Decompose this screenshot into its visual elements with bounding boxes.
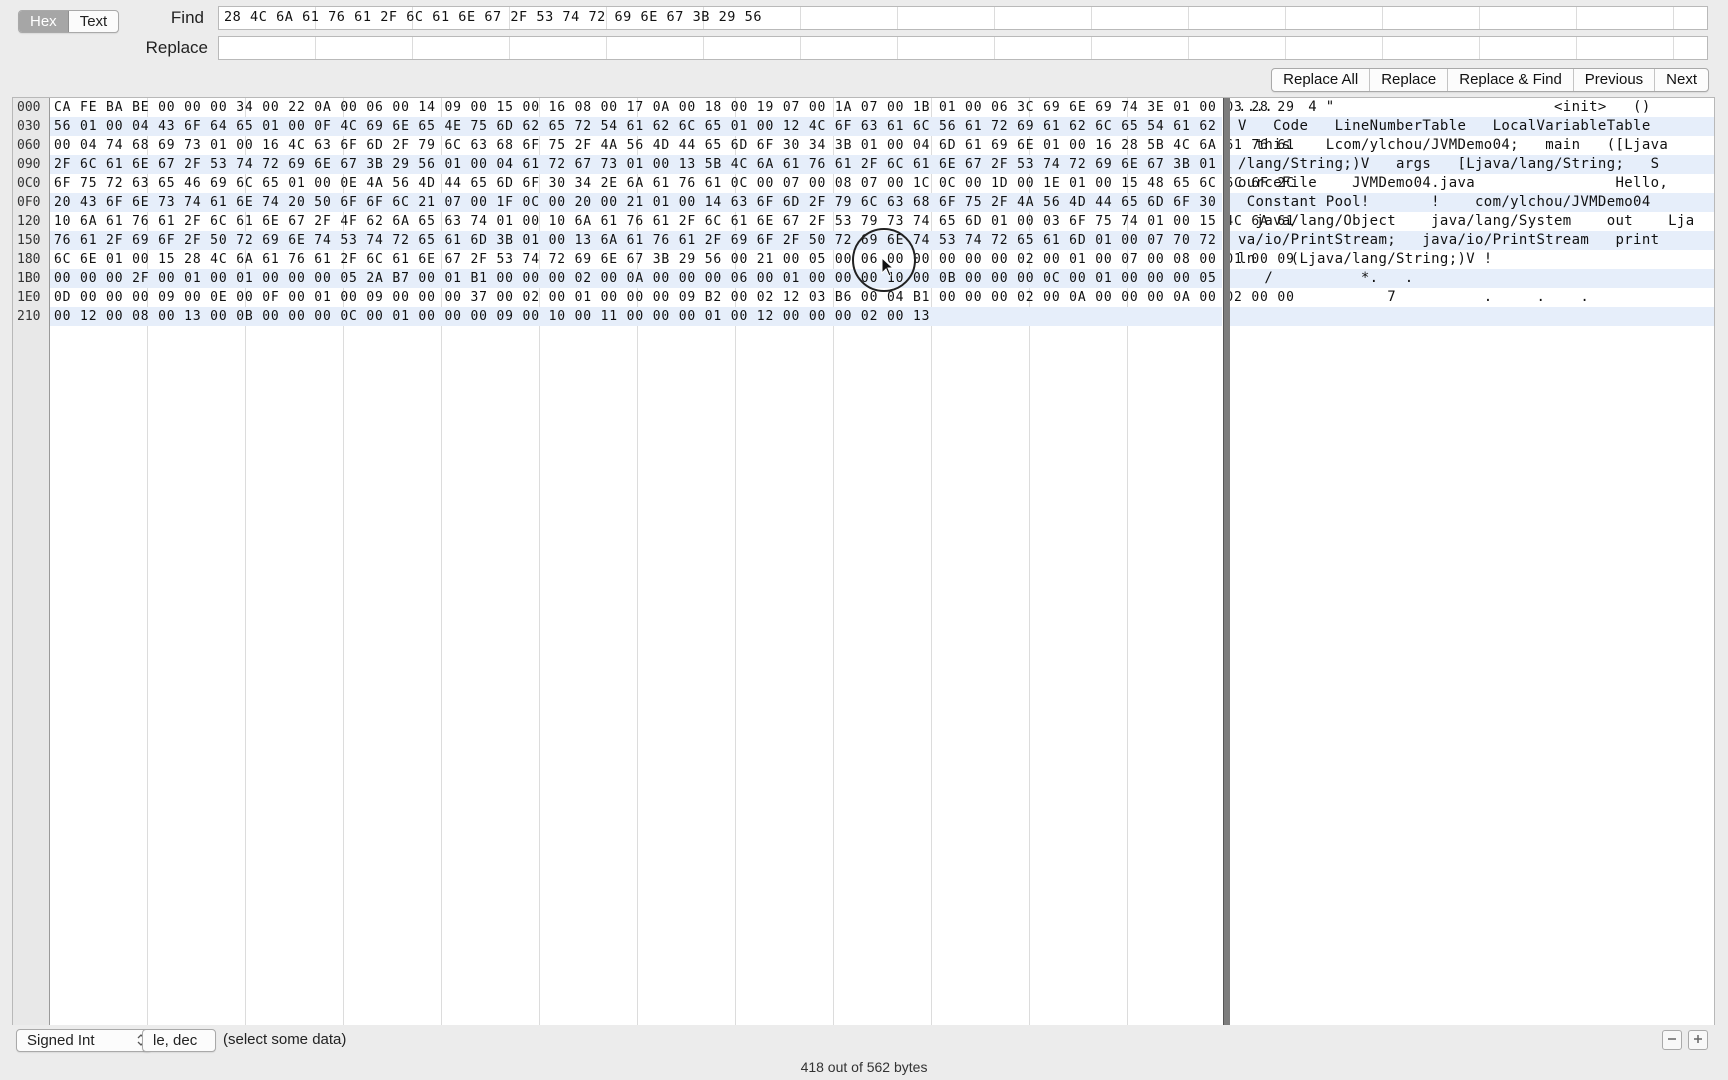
line-number: 1B0 [17,271,41,286]
text-row[interactable]: va/io/PrintStream; java/io/PrintStream p… [1230,231,1714,250]
text-row[interactable]: Constant Pool! ! com/ylchou/JVMDemo04 [1230,193,1714,212]
hex-row[interactable]: 10 6A 61 76 61 2F 6C 61 6E 67 2F 4F 62 6… [50,212,1294,231]
text-pane[interactable]: .... 4 " <init> () V Code LineNumberTabl… [1230,98,1714,1025]
minus-glyph [1668,1038,1676,1040]
find-field[interactable]: 28 4C 6A 61 76 61 2F 6C 61 6E 67 2F 53 7… [218,6,1708,30]
line-number-gutter: 000 030 060 090 0C0 0F0 120 150 180 1B0 … [13,98,50,1025]
data-type-value: Signed Int [27,1032,95,1049]
data-type-select[interactable]: Signed Int [16,1029,152,1052]
line-number: 0F0 [17,195,41,210]
endian-format-value: le, dec [153,1032,198,1049]
hex-row[interactable]: 76 61 2F 69 6F 2F 50 72 69 6E 74 53 74 7… [50,231,1294,250]
endian-format-select[interactable]: le, dec [142,1029,216,1052]
line-number: 0C0 [17,176,41,191]
line-number: 030 [17,119,41,134]
text-row[interactable]: ourceFile JVMDemo04.java Hello, [1230,174,1714,193]
line-number: 210 [17,309,41,324]
previous-button[interactable]: Previous [1572,69,1654,91]
text-row[interactable]: / *. . [1230,269,1714,288]
replace-buttons: Replace All Replace Replace & Find Previ… [1271,68,1709,92]
hex-row[interactable]: CA FE BA BE 00 00 00 34 00 22 0A 00 06 0… [50,98,1294,117]
line-number: 120 [17,214,41,229]
hex-row[interactable]: 56 01 00 04 43 6F 64 65 01 00 0F 4C 69 6… [50,117,1294,136]
pane-splitter[interactable] [1223,98,1230,1025]
status-bar: Signed Int le, dec (select some data) 41… [0,1025,1728,1080]
line-number: 180 [17,252,41,267]
text-row[interactable]: 7 . . . [1230,288,1714,307]
hex-row[interactable]: 6F 75 72 63 65 46 69 6C 65 01 00 0E 4A 5… [50,174,1294,193]
hex-row[interactable]: 0D 00 00 00 09 00 0E 00 0F 00 01 00 09 0… [50,288,1294,307]
hex-row[interactable]: 00 00 00 2F 00 01 00 01 00 00 00 05 2A B… [50,269,1294,288]
line-number: 150 [17,233,41,248]
plus-icon[interactable] [1688,1030,1708,1050]
find-replace-bar: Hex Text Find 28 4C 6A 61 76 61 2F 6C 61… [0,0,1728,66]
find-label: Find [170,8,204,27]
hex-mode-button[interactable]: Hex [19,11,69,32]
text-row[interactable]: /lang/String;)V args [Ljava/lang/String;… [1230,155,1714,174]
mode-toggle[interactable]: Hex Text [18,10,120,33]
line-number: 000 [17,100,41,115]
text-row[interactable] [1230,307,1714,326]
text-row[interactable]: V Code LineNumberTable LocalVariableTabl… [1230,117,1714,136]
text-row[interactable]: this Lcom/ylchou/JVMDemo04; main ([Ljava [1230,136,1714,155]
text-row[interactable]: java/lang/Object java/lang/System out Lj… [1230,212,1714,231]
text-row[interactable]: ln (Ljava/lang/String;)V ! [1230,250,1714,269]
plus-glyph [1694,1035,1702,1043]
hex-row[interactable]: 00 04 74 68 69 73 01 00 16 4C 63 6F 6D 2… [50,136,1294,155]
text-row[interactable]: .... 4 " <init> () [1230,98,1714,117]
hex-row[interactable]: 20 43 6F 6E 73 74 61 6E 74 20 50 6F 6F 6… [50,193,1294,212]
hex-row[interactable]: 6C 6E 01 00 15 28 4C 6A 61 76 61 2F 6C 6… [50,250,1294,269]
replace-button[interactable]: Replace [1369,69,1447,91]
line-number: 090 [17,157,41,172]
line-number: 060 [17,138,41,153]
hex-row[interactable]: 00 12 00 08 00 13 00 0B 00 00 00 0C 00 0… [50,307,1222,326]
hex-row[interactable]: 2F 6C 61 6E 67 2F 53 74 72 69 6E 67 3B 2… [50,155,1294,174]
text-mode-button[interactable]: Text [69,11,119,32]
byte-count: 418 out of 562 bytes [800,1059,928,1075]
mouse-pointer-icon [881,257,895,277]
line-number: 1E0 [17,290,41,305]
selection-status: (select some data) [223,1031,347,1048]
next-button[interactable]: Next [1654,69,1708,91]
replace-and-find-button[interactable]: Replace & Find [1447,69,1573,91]
find-value: 28 4C 6A 61 76 61 2F 6C 61 6E 67 2F 53 7… [224,9,763,25]
replace-all-button[interactable]: Replace All [1272,69,1369,91]
hex-pane[interactable]: CA FE BA BE 00 00 00 34 00 22 0A 00 06 0… [50,98,1294,1025]
replace-field[interactable] [218,36,1708,60]
minus-icon[interactable] [1662,1030,1682,1050]
replace-label: Replace [145,38,208,57]
